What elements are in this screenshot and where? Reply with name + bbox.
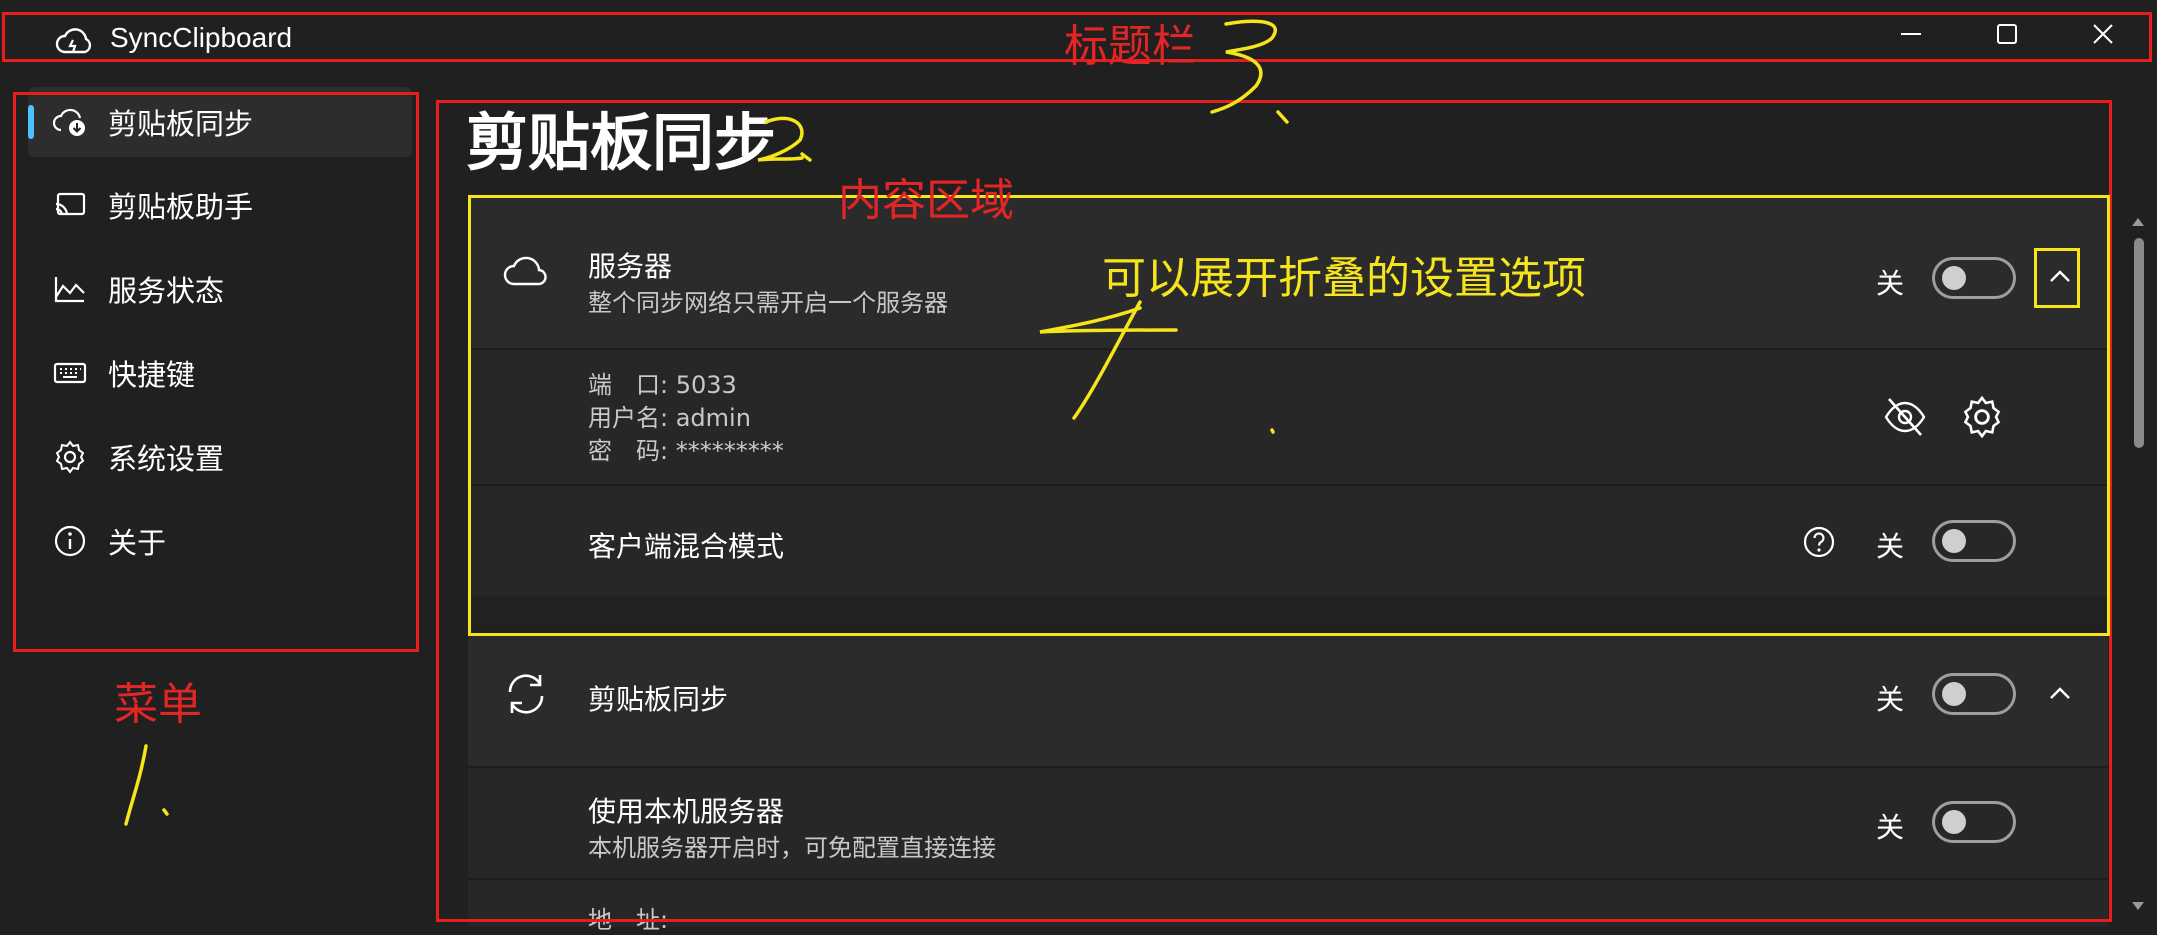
handwritten-annotations <box>124 19 1289 826</box>
